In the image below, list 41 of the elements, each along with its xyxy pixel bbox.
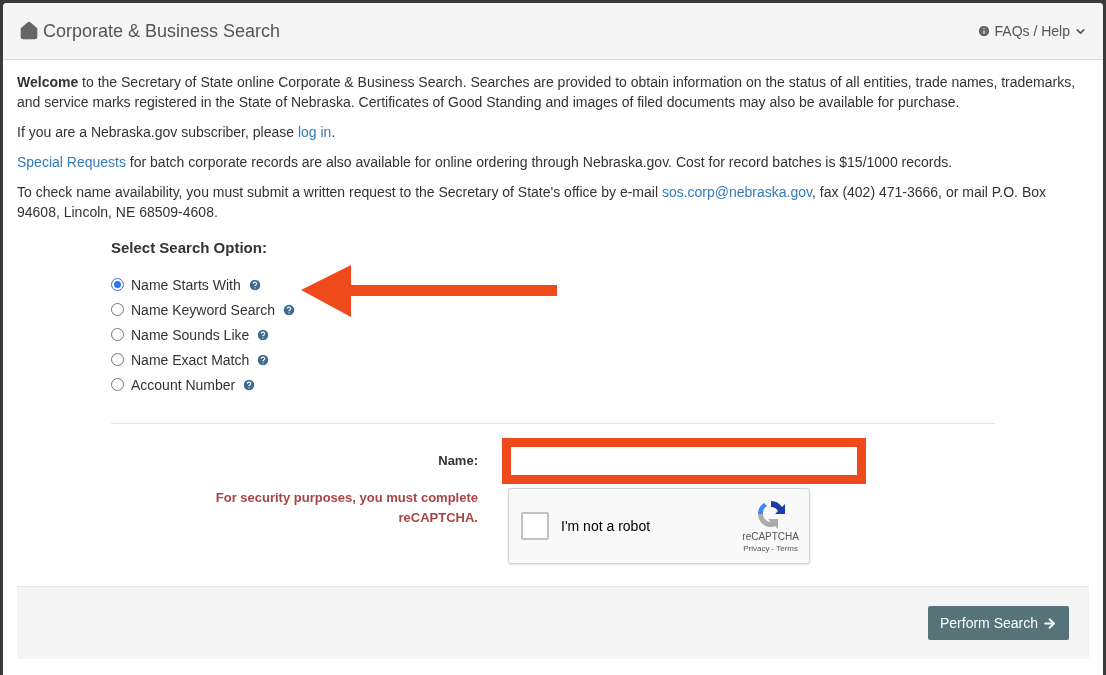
option-label: Name Exact Match <box>131 350 250 370</box>
intro-paragraph: Welcome to the Secretary of State online Corporate & Business Search. Searches are provided to obtain information on the status of all entities, trade names, trademarks, and service marks registered in the State of Nebraska. Certificates of Good Standing and images of filed documents may also be available for purchase. <box>17 73 1077 112</box>
radio-option[interactable]: Name Exact Match <box>111 347 271 372</box>
home-icon[interactable] <box>19 21 39 41</box>
radio-option[interactable]: Account Number <box>111 372 257 397</box>
help-icon[interactable] <box>281 302 296 317</box>
radio-option[interactable]: Name Keyword Search <box>111 297 296 322</box>
help-icon[interactable] <box>256 327 271 342</box>
terms-link[interactable]: Terms <box>776 544 798 554</box>
arrow-right-icon <box>1042 615 1057 631</box>
option-label: Name Keyword Search <box>131 300 275 320</box>
link[interactable]: Special Requests <box>17 154 126 170</box>
intro-paragraph: To check name availability, you must submit a written request to the Secretary of State's office by e-mail sos.corp@nebraska.gov, fax (402) 471-3666, or mail P.O. Box 94608, Lincoln, NE 68509-4608. <box>17 183 1047 222</box>
page-title: Corporate & Business Search <box>43 19 281 43</box>
separator: - <box>771 544 775 554</box>
help-icon[interactable] <box>256 352 271 367</box>
intro-paragraph: Special Requests for batch corporate records are also available for online ordering through Nebraska.gov. Cost for record batches is $15/1000 records. <box>17 153 954 172</box>
radio-option[interactable]: Name Starts With <box>111 272 262 297</box>
option-label: Name Sounds Like <box>131 325 250 345</box>
captcha-checkbox[interactable] <box>521 512 549 540</box>
radio-option[interactable]: Name Sounds Like <box>111 322 271 347</box>
security-message: For security purposes, you must complete reCAPTCHA. <box>214 489 478 527</box>
intro-paragraph: If you are a Nebraska.gov subscriber, please log in. <box>17 123 337 142</box>
name-label: Name: <box>437 452 478 470</box>
radio-button[interactable] <box>111 378 124 391</box>
section-heading: Select Search Option: <box>111 238 268 258</box>
help-menu[interactable]: FAQs / Help <box>976 20 1087 42</box>
info-icon <box>976 24 991 38</box>
option-label: Name Starts With <box>131 275 241 295</box>
help-icon[interactable] <box>247 277 262 292</box>
link[interactable]: sos.corp@nebraska.gov <box>661 184 813 200</box>
radio-button[interactable] <box>111 303 124 316</box>
privacy-link[interactable]: Privacy <box>743 544 770 554</box>
captcha-label: I'm not a robot <box>561 517 652 536</box>
radio-button[interactable] <box>111 353 124 366</box>
submit-button[interactable]: Perform Search <box>927 606 1069 640</box>
radio-button[interactable] <box>111 328 124 341</box>
captcha-brand: reCAPTCHA <box>742 530 799 544</box>
help-icon[interactable] <box>242 377 257 392</box>
name-field[interactable] <box>502 438 866 484</box>
option-label: Account Number <box>131 375 236 395</box>
